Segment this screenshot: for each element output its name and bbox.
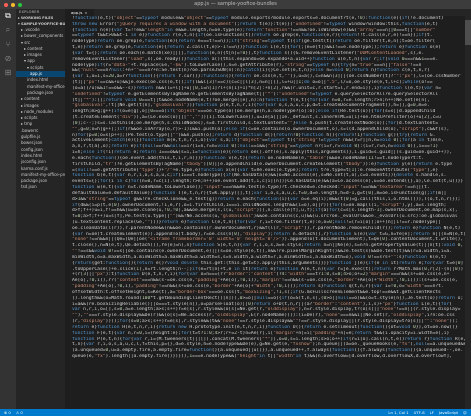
code-line: queue(e,"fx").length||a.empty.fire()})})…: [72, 354, 453, 360]
tab-app-js[interactable]: app.js ×: [65, 9, 94, 16]
window-title: app.js — sample-yoofice-bundles: [194, 1, 277, 7]
files-icon[interactable]: ⧉: [0, 9, 16, 23]
tree-item[interactable]: tsd.json: [16, 184, 65, 190]
code-line: function w(e,t){var n=t.nodeName.toLower…: [72, 185, 430, 191]
activity-bar: ⧉ ⌕ ⑂ ⊘ ⊞: [0, 9, 16, 409]
feedback-icon[interactable]: ☺: [463, 410, 467, 415]
cursor-position[interactable]: Ln 1, Col 1: [388, 410, 408, 415]
errors-indicator[interactable]: ⊗ 0: [4, 410, 11, 415]
code-line: oe.cleanData(l(r)),r.parentNode&&(n&&oe.…: [72, 225, 461, 231]
code-line: offsetWidth:t.offsetHeight,s=Ke(t),a="bo…: [72, 289, 441, 295]
explorer-sidebar: EXPLORER ▸ WORKING FILES ▾ SAMPLE-YOOFFI…: [16, 9, 65, 409]
status-right: Ln 1, Col 1 UTF-8 LF JavaScript ☺: [384, 410, 471, 415]
warnings-indicator[interactable]: ⚠ 0: [16, 410, 23, 415]
editor-tabs: app.js ×: [65, 9, 471, 16]
status-bar: ⊗ 0 ⚠ 0 Ln 1, Col 1 UTF-8 LF JavaScript ☺: [0, 409, 471, 416]
code-line: d>1&&"string"==typeof g&&!re.checkClone&…: [72, 196, 461, 202]
language-mode[interactable]: JavaScript: [439, 410, 458, 415]
line-ending-indicator[interactable]: LF: [430, 410, 434, 415]
close-icon[interactable]: ×: [84, 9, 87, 16]
line-gutter: [65, 16, 72, 409]
code-line: e.each(function(){oe.event.add(this,t,i,…: [72, 155, 425, 161]
extensions-icon[interactable]: ⊞: [0, 65, 16, 79]
debug-icon[interactable]: ⊘: [0, 51, 16, 65]
code-line: {return{get:function(){return e()?void d…: [72, 260, 464, 266]
tree-item[interactable]: ▸ bower_components: [16, 33, 65, 39]
encoding-indicator[interactable]: UTF-8: [414, 410, 425, 415]
file-tree: ▸ .vscode ▸ bower_components ▾ src ▸ conten…: [16, 27, 65, 191]
code-line: firstChild,"tr")?e.getElementsByTagName(…: [72, 161, 453, 167]
tab-label: app.js: [71, 10, 83, 15]
search-icon[interactable]: ⌕: [0, 23, 16, 37]
code-lines[interactable]: !function(e,t){"object"==typeof module&&…: [72, 16, 465, 409]
scrollbar-thumb[interactable]: [465, 20, 471, 45]
code-line: return e}function H(e,t,n,r,i){return ne…: [72, 324, 458, 330]
status-left: ⊗ 0 ⚠ 0: [0, 410, 27, 415]
editor-area: app.js × !function(e,t){"object"==typeof…: [65, 9, 471, 409]
source-control-icon[interactable]: ⑂: [0, 37, 16, 51]
title-bar: app.js — sample-yoofice-bundles: [0, 0, 471, 9]
code-view[interactable]: !function(e,t){"object"==typeof module&&…: [65, 16, 471, 409]
vertical-scrollbar[interactable]: [465, 16, 471, 409]
